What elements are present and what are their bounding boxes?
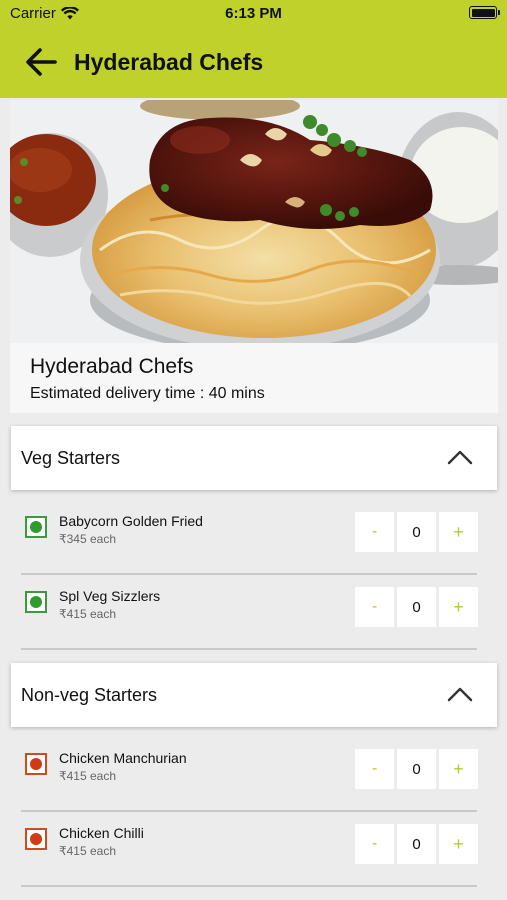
non-veg-indicator-icon [25,828,47,850]
battery-icon [469,6,500,19]
biryani-illustration [10,100,498,343]
quantity-stepper: - 0 + [355,824,478,864]
increment-button[interactable]: + [439,824,478,864]
decrement-button[interactable]: - [355,824,394,864]
section-items-non-veg-starters: Chicken Manchurian ₹415 each - 0 + Chick… [11,737,497,900]
decrement-button[interactable]: - [355,749,394,789]
increment-button[interactable]: + [439,749,478,789]
increment-button[interactable]: + [439,512,478,552]
quantity-stepper: - 0 + [355,512,478,552]
page-title: Hyderabad Chefs [74,49,264,75]
item-name: Chicken Chilli [59,825,144,841]
back-button[interactable] [24,47,58,77]
list-item: Chicken Chilli ₹415 each - 0 + [11,812,497,887]
section-items-veg-starters: Babycorn Golden Fried ₹345 each - 0 + Sp… [11,500,497,653]
item-price: ₹415 each [59,844,117,858]
section-header-non-veg-starters[interactable]: Non-veg Starters [11,663,497,727]
restaurant-name: Hyderabad Chefs [30,355,194,378]
quantity-value: 0 [397,749,436,789]
divider [21,885,477,887]
quantity-value: 0 [397,512,436,552]
veg-indicator-icon [25,516,47,538]
list-item: Babycorn Golden Fried ₹345 each - 0 + [11,500,497,575]
list-item: Chicken Manchurian ₹415 each - 0 + [11,737,497,812]
status-bar: Carrier 6:13 PM [0,0,507,28]
item-name: Spl Veg Sizzlers [59,588,161,604]
decrement-button[interactable]: - [355,587,394,627]
item-price: ₹415 each [59,607,117,621]
item-price: ₹345 each [59,532,117,546]
status-time: 6:13 PM [225,5,282,22]
quantity-value: 0 [397,587,436,627]
veg-indicator-icon [25,591,47,613]
decrement-button[interactable]: - [355,512,394,552]
quantity-stepper: - 0 + [355,749,478,789]
arrow-left-icon [26,48,57,76]
list-item: Spl Veg Sizzlers ₹415 each - 0 + [11,575,497,650]
quantity-value: 0 [397,824,436,864]
restaurant-hero-image [10,100,498,343]
quantity-stepper: - 0 + [355,587,478,627]
item-price: ₹415 each [59,769,117,783]
chevron-up-icon[interactable] [447,684,473,704]
divider [21,648,477,650]
increment-button[interactable]: + [439,587,478,627]
non-veg-indicator-icon [25,753,47,775]
restaurant-info: Hyderabad Chefs Estimated delivery time … [10,343,498,413]
chevron-up-icon[interactable] [447,447,473,467]
item-name: Babycorn Golden Fried [59,513,203,529]
item-name: Chicken Manchurian [59,750,187,766]
section-title: Non-veg Starters [21,685,158,705]
section-title: Veg Starters [21,448,121,468]
delivery-eta: Estimated delivery time : 40 mins [30,385,265,402]
section-header-veg-starters[interactable]: Veg Starters [11,426,497,490]
